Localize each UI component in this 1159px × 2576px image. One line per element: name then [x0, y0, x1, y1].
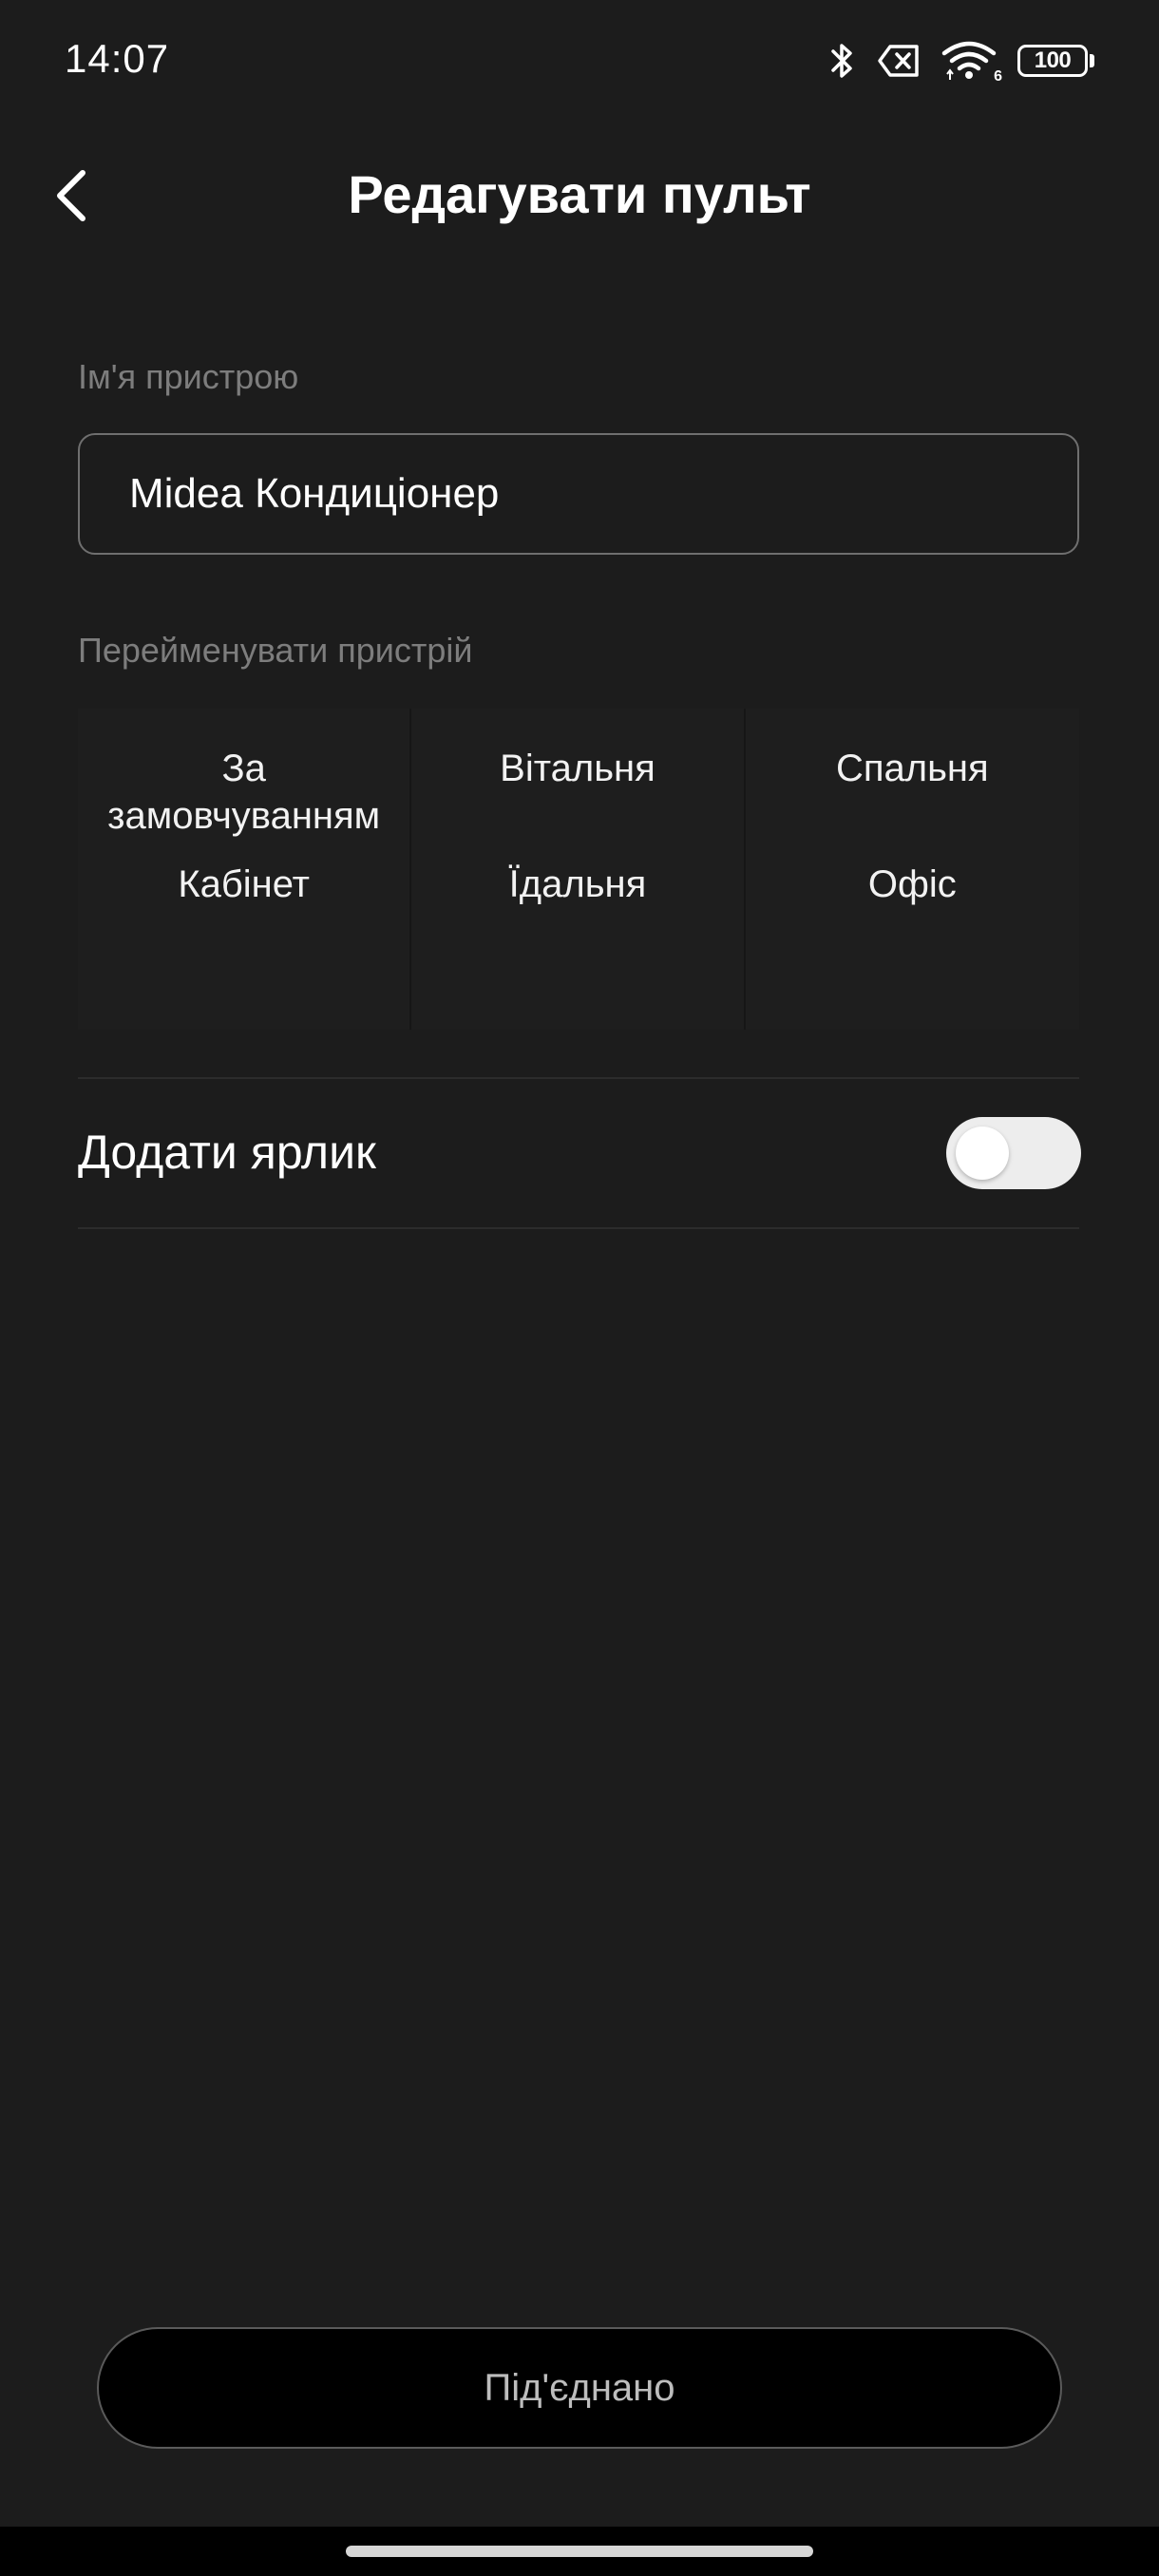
room-column-2: Вітальня Їдальня — [411, 709, 746, 1030]
room-column-1: За замовчуванням Кабінет — [78, 709, 412, 1030]
bluetooth-icon — [829, 40, 856, 82]
home-indicator[interactable] — [346, 2546, 813, 2557]
divider-bottom — [78, 1227, 1079, 1229]
room-option-bedroom[interactable]: Спальня — [746, 745, 1079, 792]
wifi-icon: 6 — [941, 40, 1002, 85]
status-icons: 6 100 — [829, 34, 1094, 87]
room-option-dining-room[interactable]: Їдальня — [411, 861, 743, 908]
room-option-living-room[interactable]: Вітальня — [411, 745, 743, 792]
status-time: 14:07 — [65, 36, 170, 81]
battery-icon: 100 — [1017, 45, 1094, 77]
divider-top — [78, 1077, 1079, 1079]
room-option-default-line2: замовчуванням — [107, 795, 381, 837]
connected-button[interactable]: Під'єднано — [97, 2327, 1062, 2449]
navigation-bar — [0, 2527, 1159, 2576]
device-name-input[interactable] — [78, 433, 1079, 555]
add-shortcut-toggle[interactable] — [946, 1117, 1081, 1189]
rename-label: Перейменувати пристрій — [78, 631, 473, 670]
room-column-3: Спальня Офіс — [746, 709, 1079, 1030]
add-shortcut-label: Додати ярлик — [78, 1126, 376, 1179]
wifi-badge: 6 — [994, 68, 1002, 85]
room-options-grid: За замовчуванням Кабінет Вітальня Їдальн… — [78, 709, 1079, 1030]
room-option-office[interactable]: Офіс — [746, 861, 1079, 908]
no-sim-icon — [877, 44, 921, 78]
room-option-default-line1: За — [221, 748, 266, 789]
toggle-knob — [956, 1127, 1009, 1180]
room-option-default[interactable]: За замовчуванням — [78, 745, 409, 840]
device-name-label: Ім'я пристрою — [78, 357, 299, 396]
page-title: Редагувати пульт — [348, 164, 811, 224]
room-option-study[interactable]: Кабінет — [78, 861, 409, 908]
battery-level: 100 — [1034, 47, 1072, 73]
header: Редагувати пульт — [0, 142, 1159, 247]
status-bar: 14:07 6 100 — [0, 0, 1159, 123]
